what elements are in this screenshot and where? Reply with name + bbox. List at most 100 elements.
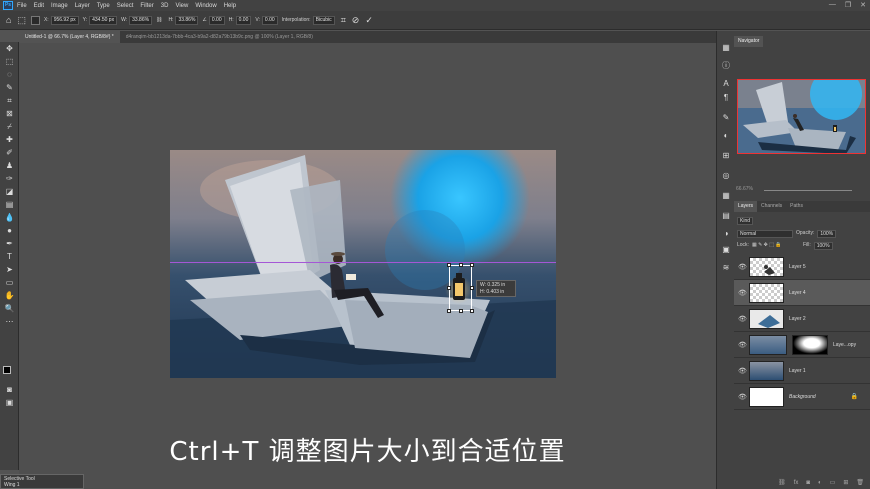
v-skew-field[interactable]: 0.00 [261, 15, 278, 25]
home-icon[interactable]: ⌂ [6, 15, 11, 25]
eye-icon[interactable]: 👁 [738, 289, 747, 297]
menu-filter[interactable]: Filter [140, 3, 153, 9]
handle-left[interactable] [447, 286, 451, 290]
stamp-tool-icon[interactable]: ♟ [3, 161, 16, 171]
marquee-tool-icon[interactable]: ⬚ [3, 57, 16, 67]
free-transform-box[interactable] [447, 263, 474, 313]
more-tools-icon[interactable]: ⋯ [3, 317, 16, 327]
layer-name[interactable]: Layer 4 [789, 290, 806, 296]
eye-icon[interactable]: 👁 [738, 367, 747, 375]
layer-name[interactable]: Layer 1 [789, 368, 806, 374]
h-field[interactable]: 33.86% [175, 15, 199, 25]
layer-row-layer-1[interactable]: 👁 Layer 1 [734, 358, 870, 384]
menu-layer[interactable]: Layer [75, 3, 90, 9]
path-select-icon[interactable]: ➤ [3, 265, 16, 275]
link-icon[interactable]: ⛓ [156, 17, 162, 23]
handle-top-right[interactable] [470, 263, 474, 267]
tab-untitled-1[interactable]: Untitled-1 @ 66.7% (Layer 4, RGB/8#) * [19, 31, 120, 43]
new-layer-icon[interactable]: ⊞ [843, 477, 848, 489]
healing-tool-icon[interactable]: ✚ [3, 135, 16, 145]
pen-tool-icon[interactable]: ✒ [3, 239, 16, 249]
fill-field[interactable]: 100% [813, 241, 833, 250]
tab-layers[interactable]: Layers [734, 201, 758, 212]
brush-settings-icon[interactable]: ✎ [721, 113, 731, 123]
adjustments-icon[interactable]: ◑ [721, 229, 731, 239]
restore-icon[interactable]: ❐ [845, 1, 851, 9]
color-icon[interactable]: ◐ [721, 131, 731, 141]
hand-tool-icon[interactable]: ✋ [3, 291, 16, 301]
paragraph-icon[interactable]: ¶ [721, 93, 731, 103]
layer-name[interactable]: Layer 2 [789, 316, 806, 322]
tab-channels[interactable]: Channels [757, 201, 786, 212]
layer-row-layer-4[interactable]: 👁 Layer 4 [734, 280, 870, 306]
y-field[interactable]: 434.50 px [89, 15, 118, 25]
menu-edit[interactable]: Edit [34, 3, 44, 9]
dodge-tool-icon[interactable]: ● [3, 226, 16, 236]
eraser-tool-icon[interactable]: ◪ [3, 187, 16, 197]
menu-view[interactable]: View [175, 3, 188, 9]
handle-top-left[interactable] [447, 263, 451, 267]
crop-tool-icon[interactable]: ⌗ [3, 96, 16, 106]
frame-tool-icon[interactable]: ⊠ [3, 109, 16, 119]
menu-3d[interactable]: 3D [161, 3, 169, 9]
tab-navigator[interactable]: Navigator [734, 36, 764, 47]
blur-tool-icon[interactable]: 💧 [3, 213, 16, 223]
warp-icon[interactable]: ⌗ [341, 15, 346, 26]
properties-icon[interactable]: ▣ [721, 245, 731, 255]
x-field[interactable]: 956.92 px [50, 15, 79, 25]
menu-window[interactable]: Window [195, 3, 216, 9]
layer-row-layer-copy[interactable]: 👁 Laye...opy [734, 332, 870, 358]
swatches-icon[interactable]: ⊞ [721, 151, 731, 161]
type-tool-icon[interactable]: T [3, 252, 16, 262]
layer-name[interactable]: Background [789, 394, 816, 400]
foreground-color-swatch[interactable] [3, 366, 11, 374]
fx-icon[interactable]: fx [794, 477, 799, 489]
layer-row-layer-2[interactable]: 👁 Layer 2 [734, 306, 870, 332]
add-mask-icon[interactable]: ◙ [806, 477, 810, 489]
handle-top[interactable] [459, 263, 463, 267]
tab-png-document[interactable]: d4ranqim-bb1213da-7bbb-4ca3-b9a2-d82a79b… [120, 31, 319, 43]
layers-panel-icon[interactable]: ▤ [721, 211, 731, 221]
move-tool-icon[interactable]: ✥ [3, 44, 16, 54]
quick-select-tool-icon[interactable]: ✎ [3, 83, 16, 93]
document-image[interactable] [170, 150, 556, 378]
zoom-value[interactable]: 66.67% [736, 186, 753, 192]
brush-tool-icon[interactable]: ✐ [3, 148, 16, 158]
w-field[interactable]: 33.86% [129, 15, 153, 25]
menu-select[interactable]: Select [117, 3, 134, 9]
handle-bottom-left[interactable] [447, 309, 451, 313]
close-icon[interactable]: ✕ [860, 1, 866, 9]
menu-file[interactable]: File [17, 3, 27, 9]
kind-filter-select[interactable]: Kind [737, 216, 754, 225]
transform-tool-icon[interactable]: ⬚ [17, 15, 26, 26]
grid-icon[interactable]: ▦ [721, 191, 731, 201]
handle-bottom[interactable] [459, 309, 463, 313]
minimize-icon[interactable]: — [829, 1, 836, 9]
eyedropper-tool-icon[interactable]: ⌿ [3, 122, 16, 132]
opacity-field[interactable]: 100% [817, 229, 837, 238]
zoom-slider[interactable] [764, 190, 852, 191]
tab-paths[interactable]: Paths [786, 201, 807, 212]
handle-right[interactable] [470, 286, 474, 290]
canvas-area[interactable]: W: 0.325 in H: 0.403 in Ctrl+T 调整图片大小到合适… [19, 43, 716, 489]
adjustment-layer-icon[interactable]: ◐ [818, 477, 822, 489]
eye-icon[interactable]: 👁 [738, 393, 747, 401]
delete-layer-icon[interactable]: 🗑 [856, 477, 864, 489]
cancel-transform-icon[interactable]: ⊘ [352, 15, 360, 26]
shape-tool-icon[interactable]: ▭ [3, 278, 16, 288]
blend-mode-select[interactable]: Normal [737, 229, 793, 238]
handle-bottom-right[interactable] [470, 309, 474, 313]
layer-row-background[interactable]: 👁 Background 🔒 [734, 384, 870, 410]
interpolation-select[interactable]: Bicubic [312, 15, 335, 25]
reference-point-toggle[interactable] [30, 15, 40, 25]
zoom-tool-icon[interactable]: 🔍 [3, 304, 16, 314]
menu-type[interactable]: Type [97, 3, 110, 9]
info-icon[interactable]: ⓘ [721, 61, 731, 71]
screen-mode-icon[interactable]: ▣ [3, 398, 16, 408]
eye-icon[interactable]: 👁 [738, 341, 747, 349]
quick-mask-icon[interactable]: ◙ [3, 385, 16, 395]
layer-mask-thumbnail[interactable] [792, 335, 828, 355]
selective-tool-item[interactable]: Wing 1 [4, 482, 80, 488]
channels-icon[interactable]: ≋ [721, 263, 731, 273]
menu-help[interactable]: Help [224, 3, 236, 9]
